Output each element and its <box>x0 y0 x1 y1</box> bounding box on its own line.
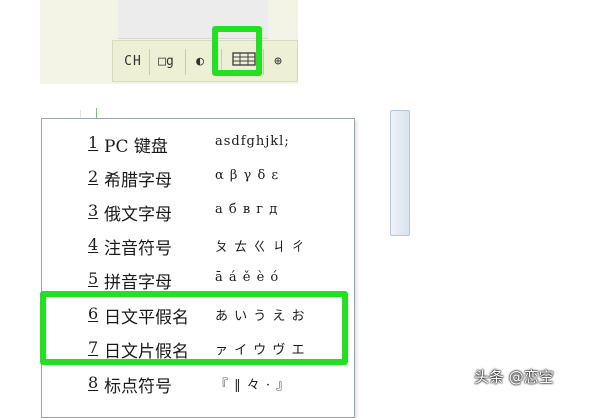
ime-toolbar: CH □g ◐ ⊕ <box>112 40 298 82</box>
menu-item-sample: α β γ δ ε <box>215 168 280 183</box>
menu-item-label: PC 键盘 <box>104 137 168 157</box>
highlight-box-japanese <box>40 291 348 365</box>
menu-item-sample: 『 ‖ 々 · 』 <box>215 378 291 393</box>
menu-item-russian[interactable]: 3 俄文字母 а б в г д <box>42 193 354 227</box>
soft-keyboard-menu: 1 PC 键盘 asdfghjkl; 2 希腊字母 α β γ δ ε 3 俄文… <box>41 118 355 418</box>
watermark: 头条 @恋空 <box>474 368 554 386</box>
globe-icon[interactable]: ⊕ <box>265 51 291 73</box>
menu-item-sample: asdfghjkl; <box>215 134 290 149</box>
menu-item-label: 标点符号 <box>104 377 172 397</box>
menu-item-sample: а б в г д <box>215 202 279 217</box>
menu-item-pc-keyboard[interactable]: 1 PC 键盘 asdfghjkl; <box>42 125 354 159</box>
toolbar-divider <box>149 49 150 75</box>
moon-icon[interactable]: ◐ <box>189 51 211 73</box>
menu-item-sample: ā á ě è ó <box>215 270 280 285</box>
toolbar-divider <box>263 49 264 75</box>
menu-item-zhuyin[interactable]: 4 注音符号 ㄆ ㄊ ㄍ ㄐ ㄔ <box>42 227 354 261</box>
highlight-box-toolbar <box>212 26 262 76</box>
menu-item-number: 2 <box>88 167 99 186</box>
punctuation-button[interactable]: □g <box>151 51 181 73</box>
menu-item-label: 注音符号 <box>104 239 172 259</box>
menu-item-number: 8 <box>88 373 99 392</box>
scrollbar[interactable] <box>390 110 410 236</box>
toolbar-divider <box>185 49 186 75</box>
menu-item-punctuation[interactable]: 8 标点符号 『 ‖ 々 · 』 <box>42 365 354 399</box>
menu-item-number: 1 <box>88 133 99 152</box>
menu-item-number: 4 <box>88 235 99 254</box>
menu-item-pinyin[interactable]: 5 拼音字母 ā á ě è ó <box>42 261 354 295</box>
menu-item-number: 5 <box>88 269 99 288</box>
menu-item-label: 希腊字母 <box>104 171 172 191</box>
menu-item-number: 3 <box>88 201 99 220</box>
menu-item-label: 拼音字母 <box>104 273 172 293</box>
menu-item-label: 俄文字母 <box>104 205 172 225</box>
menu-item-sample: ㄆ ㄊ ㄍ ㄐ ㄔ <box>215 240 306 255</box>
chinese-mode-button[interactable]: CH <box>119 51 147 73</box>
menu-item-greek[interactable]: 2 希腊字母 α β γ δ ε <box>42 159 354 193</box>
